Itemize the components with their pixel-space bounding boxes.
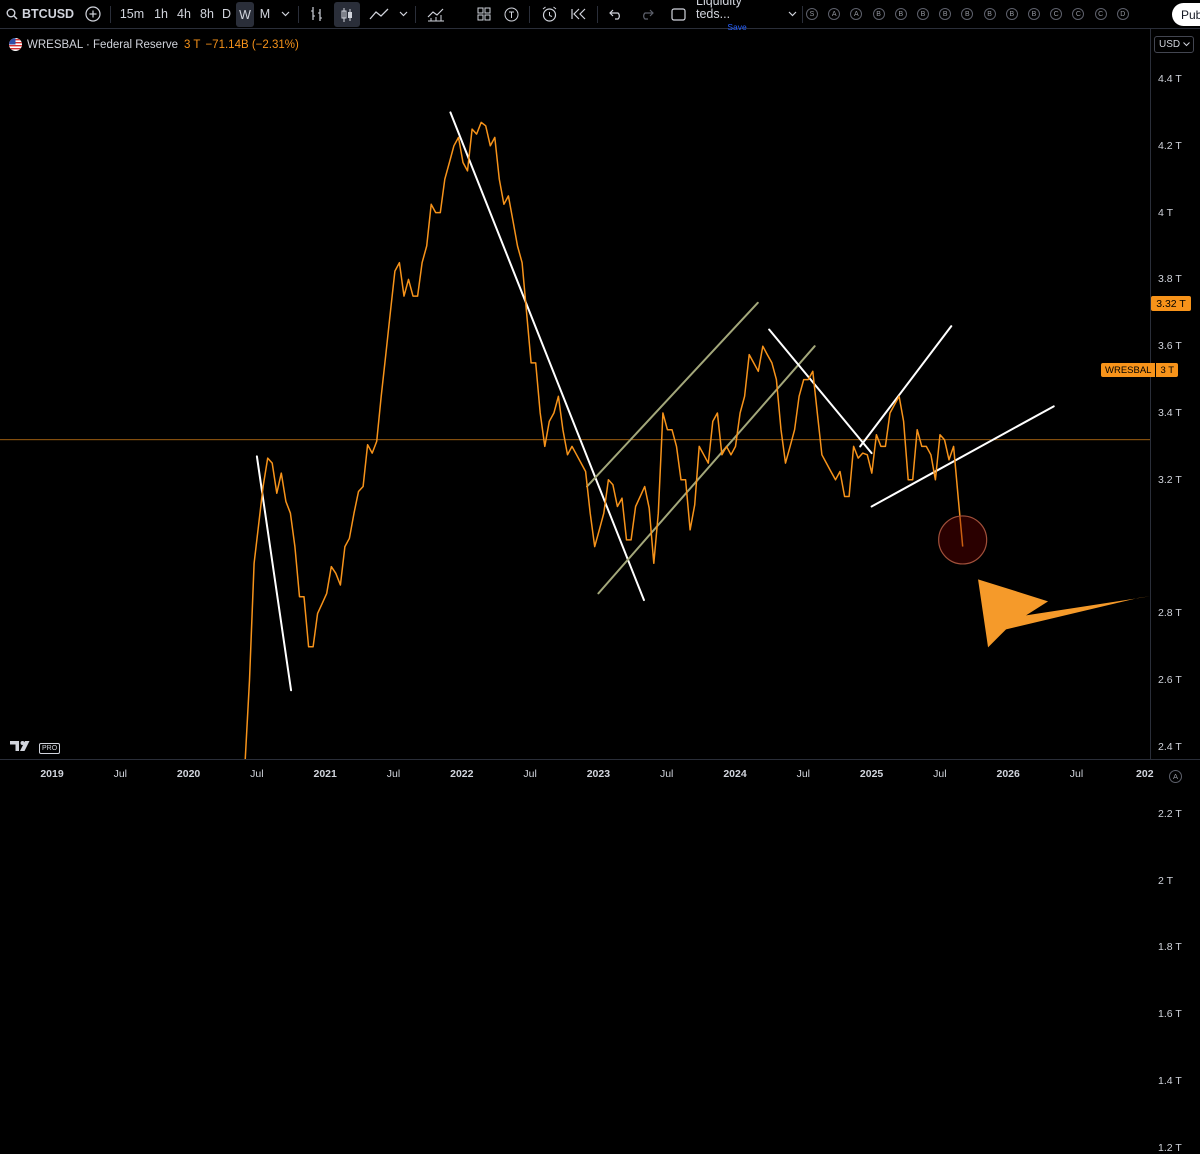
price-tick-label: 3.4 T	[1158, 407, 1182, 419]
wresbal-series-line	[244, 121, 964, 759]
time-tick-year: 2020	[176, 768, 201, 780]
time-tick-year: 2025	[859, 768, 884, 780]
wedge-upper-line[interactable]	[859, 325, 953, 448]
time-tick-month: Jul	[659, 768, 674, 780]
price-tick-label: 2.8 T	[1158, 607, 1182, 620]
time-tick-month: Jul	[933, 768, 947, 780]
price-tick-label: 4 T	[1158, 206, 1173, 219]
time-tick-month: Jul	[113, 768, 128, 780]
price-tick-label: 1.8 T	[1158, 941, 1182, 954]
time-tick-month: Jul	[523, 768, 537, 780]
time-tick-year: 2022	[450, 768, 474, 780]
time-tick-year: 2024	[723, 768, 747, 780]
series-price-badge: WRESBAL 3 T	[1101, 363, 1179, 377]
pro-badge: PRO	[39, 742, 61, 754]
time-tick-month: Jul	[796, 768, 811, 780]
publish-button[interactable]: Publish	[1172, 3, 1200, 26]
price-tick-label: 2.6 T	[1158, 674, 1182, 687]
time-tick-year: 2026	[996, 768, 1020, 780]
time-tick-year: 2019	[40, 768, 64, 780]
time-tick-month: Jul	[250, 768, 264, 780]
price-tick-label: 2 T	[1158, 874, 1173, 887]
price-tick-label: 3.8 T	[1158, 273, 1182, 286]
time-tick-month: Jul	[1069, 768, 1084, 780]
channel-lower-line[interactable]	[597, 345, 816, 595]
price-tick-label: 3.2 T	[1158, 473, 1182, 486]
price-tick-label: 1.6 T	[1158, 1008, 1182, 1021]
time-tick-year: 2021	[313, 768, 337, 780]
time-tick-year: 202	[1136, 768, 1154, 780]
tradingview-logo[interactable]: PRO	[10, 739, 61, 757]
auto-scale-button[interactable]: A	[1169, 770, 1182, 783]
series-badge-value: 3 T	[1156, 363, 1179, 377]
highlight-circle	[938, 515, 988, 565]
price-line-label: 3.32 T	[1151, 296, 1191, 311]
trendline[interactable]	[449, 111, 645, 602]
series-badge-name: WRESBAL	[1101, 363, 1156, 377]
chevron-down-icon	[1183, 39, 1190, 50]
currency-label: USD	[1159, 39, 1181, 50]
currency-select[interactable]: USD	[1154, 36, 1194, 53]
price-tick-label: 2.4 T	[1158, 741, 1182, 753]
wedge-lower-line[interactable]	[870, 405, 1055, 508]
time-tick-year: 2023	[586, 768, 611, 780]
channel-upper-line[interactable]	[586, 301, 759, 488]
drawings-layer	[255, 111, 1055, 692]
price-tick-label: 3.6 T	[1158, 340, 1182, 353]
price-tick-label: 2.2 T	[1158, 807, 1182, 820]
price-scale[interactable]	[1150, 29, 1200, 759]
price-tick-label: 1.4 T	[1158, 1075, 1182, 1087]
price-tick-label: 1.2 T	[1158, 1141, 1182, 1154]
orange-arrow-annotation	[978, 579, 1150, 648]
time-tick-month: Jul	[386, 768, 401, 780]
chart-canvas[interactable]	[0, 0, 1150, 759]
price-tick-label: 4.4 T	[1158, 73, 1182, 85]
price-tick-label: 4.2 T	[1158, 139, 1182, 152]
tv-logo-icon	[10, 739, 36, 757]
